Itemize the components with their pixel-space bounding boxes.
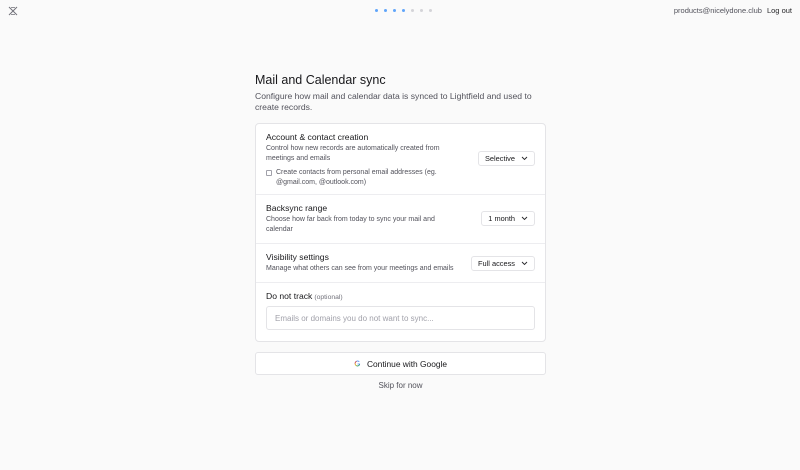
section-description: Choose how far back from today to sync y…	[266, 216, 435, 233]
backsync-range-select[interactable]: 1 month	[481, 211, 535, 226]
chevron-down-icon	[521, 261, 528, 266]
step-dot	[375, 9, 378, 12]
personal-email-checkbox[interactable]	[266, 169, 272, 176]
user-bar: products@nicelydone.club Log out	[674, 6, 792, 15]
settings-card: Account & contact creation Control how n…	[255, 123, 546, 342]
step-dot	[429, 9, 432, 12]
section-description: Control how new records are automaticall…	[266, 145, 440, 162]
optional-label: (optional)	[314, 294, 343, 301]
do-not-track-input[interactable]: Emails or domains you do not want to syn…	[266, 306, 535, 330]
progress-steps	[375, 9, 432, 12]
page-title: Mail and Calendar sync	[255, 73, 386, 87]
section-title: Do not track	[266, 291, 313, 301]
skip-for-now-link[interactable]: Skip for now	[255, 381, 546, 390]
chevron-down-icon	[521, 156, 528, 161]
section-title: Backsync range	[266, 203, 328, 213]
section-title: Account & contact creation	[266, 132, 369, 142]
page-subtitle: Configure how mail and calendar data is …	[255, 91, 532, 112]
section-visibility: Visibility settings Manage what others c…	[256, 244, 545, 283]
close-icon[interactable]	[7, 5, 19, 17]
account-creation-select[interactable]: Selective	[478, 151, 535, 166]
user-email: products@nicelydone.club	[673, 6, 762, 15]
step-dot	[420, 9, 423, 12]
checkbox-label: Create contacts from personal email addr…	[276, 169, 437, 186]
select-value: Full access	[478, 259, 515, 268]
page-header: Mail and Calendar sync Configure how mai…	[255, 72, 546, 112]
step-dot	[411, 9, 414, 12]
select-value: Selective	[485, 154, 515, 163]
section-backsync: Backsync range Choose how far back from …	[256, 195, 545, 244]
visibility-select[interactable]: Full access	[471, 256, 535, 271]
step-dot	[402, 9, 405, 12]
section-title: Visibility settings	[266, 252, 329, 262]
logout-link[interactable]: Log out	[767, 6, 792, 15]
input-placeholder: Emails or domains you do not want to syn…	[275, 313, 434, 323]
continue-with-google-button[interactable]: Continue with Google	[255, 352, 546, 375]
step-dot	[384, 9, 387, 12]
section-description: Manage what others can see from your mee…	[266, 265, 454, 272]
section-account-creation: Account & contact creation Control how n…	[256, 124, 545, 195]
select-value: 1 month	[488, 214, 515, 223]
personal-email-checkbox-row[interactable]: Create contacts from personal email addr…	[266, 168, 466, 187]
chevron-down-icon	[521, 216, 528, 221]
do-not-track-label: Do not track (optional)	[266, 291, 343, 301]
google-button-label: Continue with Google	[366, 358, 448, 369]
google-icon	[354, 360, 361, 367]
step-dot	[393, 9, 396, 12]
